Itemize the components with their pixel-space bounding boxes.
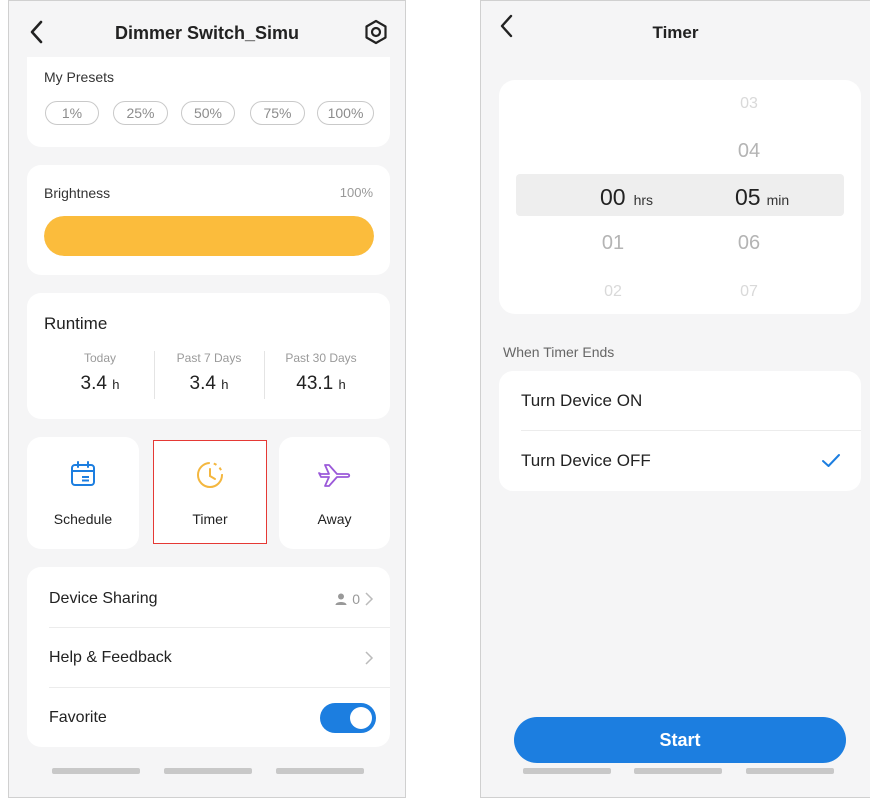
presets-title: My Presets [44, 69, 115, 85]
timer-screen: Timer 03 04 05 min 06 07 00 hrs 01 02 Wh… [480, 0, 870, 798]
minute-option[interactable]: 06 [719, 232, 779, 255]
brightness-value: 100% [339, 185, 373, 200]
section-title: When Timer Ends [503, 344, 615, 360]
runtime-past-30-days: Past 30 Days 43.1 h [264, 351, 378, 395]
runtime-unit: h [221, 377, 229, 392]
minute-value: 05 [735, 184, 761, 210]
favorite-toggle[interactable] [320, 702, 376, 733]
runtime-title: Runtime [44, 314, 108, 333]
favorite-label: Favorite [49, 708, 107, 726]
tile-label: Away [317, 511, 352, 527]
bottom-tab[interactable] [634, 768, 722, 774]
timer-icon [197, 462, 223, 488]
bottom-tab[interactable] [523, 768, 611, 774]
hour-selected[interactable]: 00 hrs [600, 184, 653, 211]
away-tile[interactable]: Away [279, 437, 390, 549]
turn-off-option[interactable]: Turn Device OFF [521, 432, 841, 490]
settings-hexagon-icon [365, 19, 387, 45]
presets-card: My Presets 1% 25% 50% 75% 100% [27, 57, 390, 147]
brightness-card: Brightness 100% [27, 165, 390, 275]
hour-value: 00 [600, 184, 626, 210]
hour-option[interactable]: 01 [583, 232, 643, 255]
timer-tile[interactable]: Timer [153, 440, 267, 544]
preset-chip[interactable]: 100% [317, 101, 374, 125]
picker-selection-band [516, 174, 844, 216]
airplane-icon [317, 464, 350, 487]
settings-list: Device Sharing 0 Help & Feedback Favorit… [27, 567, 390, 747]
chevron-right-icon [365, 650, 374, 665]
minute-selected[interactable]: 05 min [735, 184, 789, 211]
hour-option[interactable]: 02 [583, 283, 643, 301]
runtime-card: Runtime Today 3.4 h Past 7 Days 3.4 h Pa… [27, 293, 390, 419]
calendar-icon [71, 461, 95, 486]
preset-chip[interactable]: 1% [45, 101, 99, 125]
minute-unit: min [766, 192, 790, 208]
help-feedback-label: Help & Feedback [49, 648, 172, 666]
runtime-today: Today 3.4 h [45, 351, 155, 395]
bottom-tab[interactable] [52, 768, 140, 774]
tile-label: Timer [192, 511, 228, 527]
bottom-tab[interactable] [276, 768, 364, 774]
preset-chip[interactable]: 25% [113, 101, 168, 125]
preset-chip[interactable]: 75% [250, 101, 305, 125]
toggle-knob [350, 706, 372, 729]
start-button[interactable]: Start [514, 717, 846, 763]
schedule-tile[interactable]: Schedule [27, 437, 139, 549]
runtime-label: Today [83, 351, 117, 365]
bottom-tab[interactable] [164, 768, 252, 774]
person-icon [335, 593, 347, 605]
time-picker[interactable]: 03 04 05 min 06 07 00 hrs 01 02 [499, 80, 861, 314]
checkmark-icon [822, 454, 840, 467]
start-button-label: Start [659, 729, 701, 750]
runtime-value: 43.1 [296, 373, 334, 394]
brightness-slider-fill [44, 216, 374, 256]
runtime-value: 3.4 [80, 373, 107, 394]
brightness-label: Brightness [44, 185, 111, 201]
minute-option[interactable]: 04 [719, 140, 779, 163]
minute-option[interactable]: 07 [719, 283, 779, 301]
tile-label: Schedule [53, 511, 113, 527]
preset-chip[interactable]: 50% [181, 101, 235, 125]
favorite-row: Favorite [49, 688, 376, 747]
runtime-unit: h [112, 377, 120, 392]
hour-unit: hrs [633, 192, 654, 208]
timer-end-options: Turn Device ON Turn Device OFF [499, 371, 861, 491]
bottom-tab[interactable] [746, 768, 834, 774]
divider [521, 430, 861, 431]
runtime-label: Past 30 Days [285, 351, 357, 365]
option-label: Turn Device ON [521, 391, 643, 410]
device-sharing-label: Device Sharing [49, 589, 158, 607]
device-sharing-row[interactable]: Device Sharing 0 [49, 569, 374, 628]
page-title: Dimmer Switch_Simu [114, 23, 300, 43]
runtime-label: Past 7 Days [176, 351, 242, 365]
runtime-past-7-days: Past 7 Days 3.4 h [154, 351, 264, 395]
brightness-slider[interactable] [44, 216, 374, 256]
page-title: Timer [652, 23, 699, 42]
chevron-right-icon [365, 591, 374, 606]
option-label: Turn Device OFF [521, 451, 651, 470]
runtime-unit: h [338, 377, 346, 392]
settings-button[interactable] [363, 19, 391, 47]
sharing-count: 0 [352, 590, 360, 607]
turn-on-option[interactable]: Turn Device ON [521, 372, 841, 430]
runtime-value: 3.4 [189, 373, 216, 394]
minute-option[interactable]: 03 [719, 95, 779, 113]
help-feedback-row[interactable]: Help & Feedback [49, 628, 374, 687]
device-detail-screen: Dimmer Switch_Simu My Presets 1% 25% 50%… [8, 0, 406, 798]
